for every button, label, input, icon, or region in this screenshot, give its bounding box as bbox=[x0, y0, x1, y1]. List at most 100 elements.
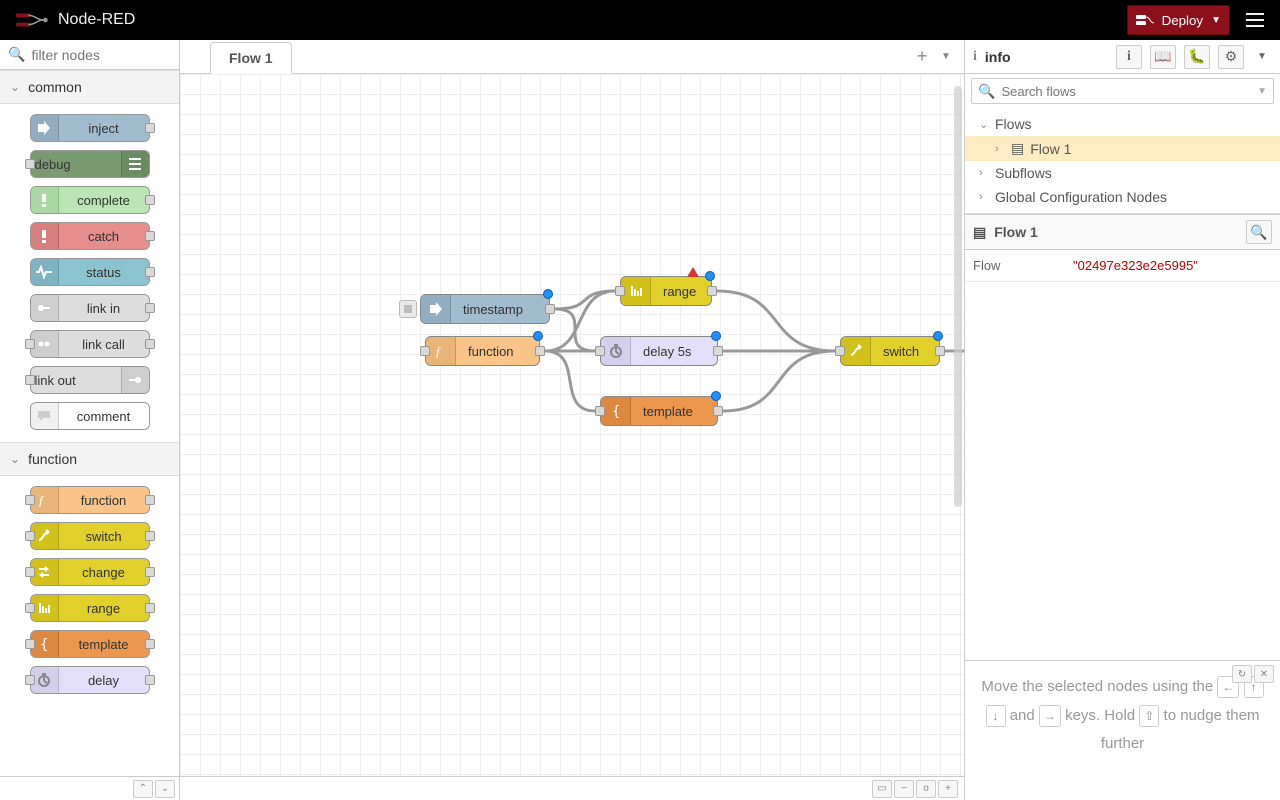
palette-node-complete[interactable]: complete bbox=[30, 186, 150, 214]
caret-down-icon: ▼ bbox=[1211, 15, 1221, 26]
canvas-node-switch[interactable]: switch bbox=[840, 336, 940, 366]
palette-node-function[interactable]: ffunction bbox=[30, 486, 150, 514]
key-down-icon: ↓ bbox=[986, 705, 1006, 727]
palette-node-delay[interactable]: delay bbox=[30, 666, 150, 694]
changed-badge-icon bbox=[533, 331, 543, 341]
palette-node-debug[interactable]: debug bbox=[30, 150, 150, 178]
palette-node-change[interactable]: change bbox=[30, 558, 150, 586]
canvas-scrollbar[interactable] bbox=[954, 86, 962, 507]
canvas-node-label: timestamp bbox=[451, 302, 535, 317]
canvas-wrap: timestamp ffunction range delay 5s {temp… bbox=[180, 74, 964, 776]
tree-subflows[interactable]: ›Subflows bbox=[965, 161, 1280, 185]
input-port[interactable] bbox=[595, 346, 605, 356]
inject-button[interactable] bbox=[399, 300, 417, 318]
info-header: ▤ Flow 1 🔍 bbox=[965, 214, 1280, 250]
input-port[interactable] bbox=[835, 346, 845, 356]
palette-expand-all-button[interactable]: ⌄ bbox=[155, 780, 175, 798]
header-bar: Node-RED Deploy ▼ bbox=[0, 0, 1280, 40]
sidebar-tab-info[interactable]: i bbox=[1116, 45, 1142, 69]
palette-filter[interactable]: 🔍 bbox=[0, 40, 179, 70]
sidebar-tab-debug[interactable]: 🐛 bbox=[1184, 45, 1210, 69]
palette-category-function[interactable]: ⌄function bbox=[0, 442, 179, 476]
port bbox=[25, 375, 35, 385]
tree-global-config[interactable]: ›Global Configuration Nodes bbox=[965, 185, 1280, 209]
output-port[interactable] bbox=[713, 406, 723, 416]
palette-node-status[interactable]: status bbox=[30, 258, 150, 286]
add-flow-button[interactable]: + bbox=[912, 46, 932, 66]
canvas-node-range[interactable]: range bbox=[620, 276, 712, 306]
port bbox=[145, 639, 155, 649]
palette-node-inject[interactable]: inject bbox=[30, 114, 150, 142]
input-port[interactable] bbox=[420, 346, 430, 356]
sidebar-tab-menu[interactable]: ▼ bbox=[1252, 45, 1272, 69]
tab-menu-button[interactable]: ▼ bbox=[936, 46, 956, 66]
output-port[interactable] bbox=[707, 286, 717, 296]
palette-node-link-out[interactable]: link out bbox=[30, 366, 150, 394]
range-icon bbox=[31, 595, 59, 621]
palette-node-range[interactable]: range bbox=[30, 594, 150, 622]
port bbox=[145, 303, 155, 313]
main-menu-button[interactable] bbox=[1240, 5, 1270, 35]
tip-close-button[interactable]: ✕ bbox=[1254, 665, 1274, 683]
port bbox=[145, 531, 155, 541]
sidebar-tab-config[interactable]: ⚙ bbox=[1218, 45, 1244, 69]
output-port[interactable] bbox=[713, 346, 723, 356]
port bbox=[25, 339, 35, 349]
sidebar-tip: ↻ ✕ Move the selected nodes using the ← … bbox=[965, 660, 1280, 800]
info-key: Flow bbox=[965, 250, 1065, 281]
sidebar-search-input[interactable] bbox=[1001, 84, 1251, 99]
output-port[interactable] bbox=[935, 346, 945, 356]
sidebar-search[interactable]: 🔍 ▼ bbox=[971, 78, 1274, 104]
flow-icon: ▤ bbox=[1011, 140, 1024, 157]
palette-collapse-all-button[interactable]: ⌃ bbox=[133, 780, 153, 798]
pulse-icon bbox=[31, 259, 59, 285]
sidebar-tab-help[interactable]: 📖 bbox=[1150, 45, 1176, 69]
port bbox=[25, 603, 35, 613]
chevron-right-icon: › bbox=[979, 191, 989, 203]
palette-filter-input[interactable] bbox=[31, 47, 171, 63]
tab-flow-1[interactable]: Flow 1 bbox=[210, 42, 292, 74]
palette-node-label: change bbox=[59, 565, 149, 580]
deploy-label: Deploy bbox=[1162, 13, 1204, 28]
zoom-in-button[interactable]: + bbox=[938, 780, 958, 798]
palette-node-label: debug bbox=[31, 157, 121, 172]
palette-node-link-in[interactable]: link in bbox=[30, 294, 150, 322]
app: Node-RED Deploy ▼ 🔍 ⌄common inject debug bbox=[0, 0, 1280, 800]
output-port[interactable] bbox=[535, 346, 545, 356]
bang-icon bbox=[31, 187, 59, 213]
tree-flow-1[interactable]: ›▤Flow 1 bbox=[965, 136, 1280, 161]
palette-node-template[interactable]: {template bbox=[30, 630, 150, 658]
palette-node-switch[interactable]: switch bbox=[30, 522, 150, 550]
canvas-node-timestamp[interactable]: timestamp bbox=[420, 294, 550, 324]
info-title: Flow 1 bbox=[994, 224, 1038, 240]
palette-node-link-call[interactable]: link call bbox=[30, 330, 150, 358]
palette-category-common[interactable]: ⌄common bbox=[0, 70, 179, 104]
palette-node-comment[interactable]: comment bbox=[30, 402, 150, 430]
output-port[interactable] bbox=[545, 304, 555, 314]
input-port[interactable] bbox=[595, 406, 605, 416]
palette-node-label: delay bbox=[59, 673, 149, 688]
zoom-out-button[interactable]: − bbox=[894, 780, 914, 798]
chevron-down-icon: ⌄ bbox=[10, 80, 20, 94]
input-port[interactable] bbox=[615, 286, 625, 296]
info-search-button[interactable]: 🔍 bbox=[1246, 220, 1272, 244]
canvas-node-template[interactable]: {template bbox=[600, 396, 718, 426]
flow-canvas[interactable]: timestamp ffunction range delay 5s {temp… bbox=[180, 74, 964, 776]
zoom-reset-button[interactable]: o bbox=[916, 780, 936, 798]
changed-badge-icon bbox=[711, 391, 721, 401]
canvas-node-delay-5s[interactable]: delay 5s bbox=[600, 336, 718, 366]
tip-refresh-button[interactable]: ↻ bbox=[1232, 665, 1252, 683]
chevron-right-icon: › bbox=[979, 167, 989, 179]
deploy-button[interactable]: Deploy ▼ bbox=[1127, 5, 1230, 35]
navigator-button[interactable]: ▭ bbox=[872, 780, 892, 798]
port bbox=[25, 567, 35, 577]
switch-icon bbox=[31, 523, 59, 549]
canvas-node-function[interactable]: ffunction bbox=[425, 336, 540, 366]
caret-down-icon: ▼ bbox=[1257, 86, 1267, 97]
fx-icon: f bbox=[426, 337, 456, 365]
palette-node-catch[interactable]: catch bbox=[30, 222, 150, 250]
delay-icon bbox=[31, 667, 59, 693]
tree-flows[interactable]: ⌄Flows bbox=[965, 112, 1280, 136]
search-icon: 🔍 bbox=[978, 83, 995, 100]
canvas-node-label: delay 5s bbox=[631, 344, 703, 359]
